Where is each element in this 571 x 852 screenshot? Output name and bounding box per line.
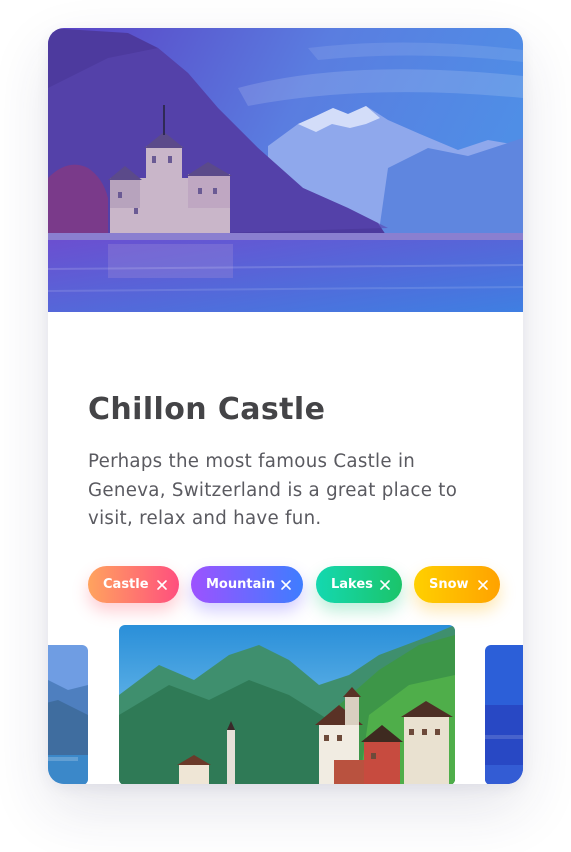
close-icon[interactable] [156,579,168,591]
carousel-item-previous[interactable] [48,645,88,784]
tag-mountain[interactable]: Mountain [191,566,303,603]
tag-label: Mountain [206,577,276,592]
tag-castle[interactable]: Castle [88,566,179,603]
tag-lakes[interactable]: Lakes [316,566,402,603]
tag-label: Snow [429,577,469,592]
card-description: Perhaps the most famous Castle in Geneva… [88,451,458,529]
close-icon[interactable] [477,579,489,591]
carousel-item-hallstatt[interactable] [119,625,455,784]
close-icon[interactable] [379,579,391,591]
tag-list: Castle Mountain Lakes Snow [88,566,508,604]
hero-image [48,28,523,312]
close-icon[interactable] [280,579,292,591]
tag-label: Castle [103,577,149,592]
tag-snow[interactable]: Snow [414,566,500,603]
tag-label: Lakes [331,577,373,592]
carousel-item-next[interactable] [485,645,523,784]
destination-card: Chillon Castle Perhaps the most famous C… [48,28,523,784]
image-carousel [48,625,523,784]
card-title: Chillon Castle [88,392,326,427]
